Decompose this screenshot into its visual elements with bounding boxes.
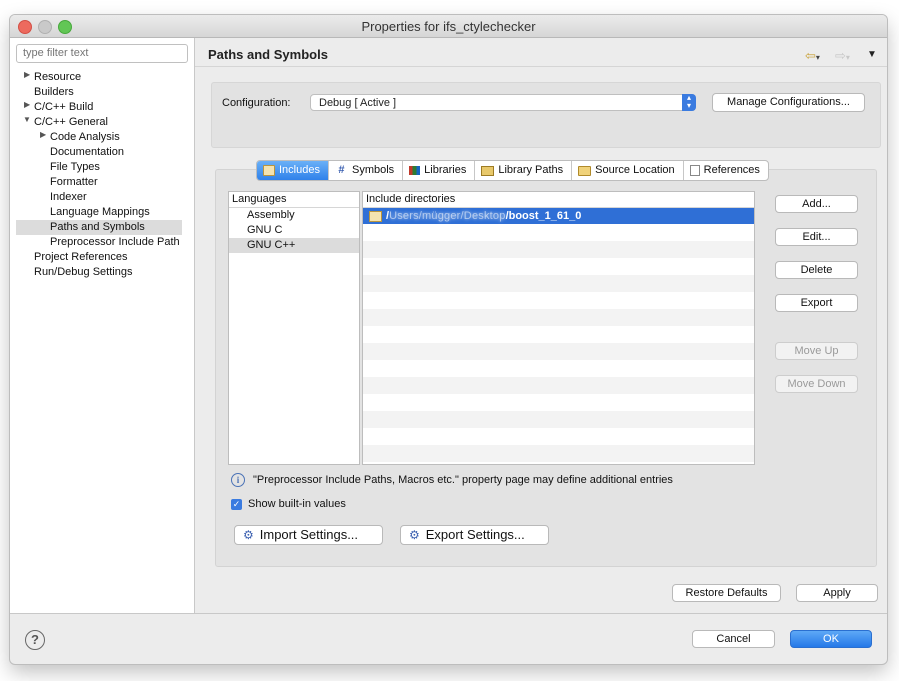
configuration-label: Configuration: — [222, 97, 291, 109]
tab-symbols[interactable]: # Symbols — [329, 161, 404, 180]
list-item[interactable]: GNU C — [229, 223, 359, 238]
help-icon[interactable]: ? — [25, 630, 45, 650]
sidebar-item-indexer[interactable]: Indexer — [50, 190, 87, 205]
ok-button[interactable]: OK — [790, 630, 872, 648]
info-text: "Preprocessor Include Paths, Macros etc.… — [253, 474, 673, 486]
sidebar: ▶ Resource Builders ▶ C/C++ Build ▼ C/C+… — [10, 38, 195, 614]
sidebar-item-builders[interactable]: Builders — [34, 85, 74, 100]
header-divider — [195, 66, 887, 67]
export-button[interactable]: Export — [775, 294, 858, 312]
tab-bar: Includes # Symbols Libraries Library Pat… — [256, 160, 769, 181]
collapse-arrow-icon[interactable]: ▼ — [23, 115, 31, 124]
sidebar-item-documentation[interactable]: Documentation — [50, 145, 124, 160]
expand-arrow-icon[interactable]: ▶ — [24, 100, 30, 109]
export-settings-label: Export Settings... — [425, 527, 525, 542]
title-bar: Properties for ifs_ctylechecker — [10, 15, 887, 38]
sidebar-item-run-debug-settings[interactable]: Run/Debug Settings — [34, 265, 132, 280]
includes-icon — [263, 165, 275, 176]
tab-library-paths[interactable]: Library Paths — [475, 161, 573, 180]
tab-label: Library Paths — [498, 164, 564, 176]
view-menu-icon[interactable]: ▼ — [867, 49, 877, 60]
dir-path-suffix: /boost_1_61_0 — [505, 210, 582, 222]
sidebar-item-code-analysis[interactable]: Code Analysis — [50, 130, 120, 145]
hash-icon: # — [338, 164, 345, 176]
tab-libraries[interactable]: Libraries — [403, 161, 476, 180]
forward-arrow-icon[interactable]: ⇨▾ — [835, 48, 850, 64]
delete-button[interactable]: Delete — [775, 261, 858, 279]
sidebar-item-cpp-build[interactable]: C/C++ Build — [34, 100, 93, 115]
import-icon: ⚙ — [243, 528, 254, 542]
folder-icon — [578, 165, 592, 176]
page-title: Paths and Symbols — [208, 47, 328, 62]
sidebar-item-cpp-general[interactable]: C/C++ General — [34, 115, 108, 130]
references-icon — [689, 165, 700, 176]
restore-defaults-button[interactable]: Restore Defaults — [672, 584, 781, 602]
list-item[interactable]: Assembly — [229, 208, 359, 223]
tab-label: Libraries — [424, 164, 467, 176]
import-settings-label: Import Settings... — [259, 527, 359, 542]
sidebar-item-formatter[interactable]: Formatter — [50, 175, 98, 190]
tab-label: References — [703, 164, 760, 176]
apply-button[interactable]: Apply — [796, 584, 878, 602]
move-up-button[interactable]: Move Up — [775, 342, 858, 360]
tab-label: Includes — [279, 164, 320, 176]
include-directories-list[interactable]: Include directories / Users/mügger/Deskto… — [362, 191, 755, 465]
sidebar-item-language-mappings[interactable]: Language Mappings — [50, 205, 150, 220]
table-row[interactable]: / Users/mügger/Desktop/boost_1_61_0 — [363, 208, 754, 224]
export-icon: ⚙ — [409, 528, 420, 542]
include-folder-icon — [369, 210, 382, 222]
info-message: i "Preprocessor Include Paths, Macros et… — [231, 473, 673, 487]
properties-window: Properties for ifs_ctylechecker ▶ Resour… — [10, 15, 887, 664]
tab-label: Source Location — [595, 164, 675, 176]
expand-arrow-icon[interactable]: ▶ — [40, 130, 46, 139]
show-builtin-checkbox[interactable]: ✓ — [231, 499, 242, 510]
show-builtin-label: Show built-in values — [248, 498, 346, 510]
back-arrow-icon[interactable]: ⇦▾ — [805, 48, 820, 64]
filter-input[interactable] — [16, 44, 188, 63]
expand-arrow-icon[interactable]: ▶ — [24, 70, 30, 79]
tab-includes[interactable]: Includes — [257, 161, 329, 180]
move-down-button[interactable]: Move Down — [775, 375, 858, 393]
include-directories-header: Include directories — [363, 192, 754, 208]
add-button[interactable]: Add... — [775, 195, 858, 213]
dir-path-blurred: Users/mügger/Desktop — [389, 210, 506, 222]
sidebar-item-paths-and-symbols[interactable]: Paths and Symbols — [16, 220, 182, 235]
import-settings-button[interactable]: ⚙ Import Settings... — [234, 525, 383, 545]
sidebar-item-resource[interactable]: Resource — [34, 70, 81, 85]
tab-label: Symbols — [351, 164, 395, 176]
configuration-value: Debug [ Active ] — [319, 97, 397, 109]
languages-header: Languages — [229, 192, 359, 208]
sidebar-item-file-types[interactable]: File Types — [50, 160, 100, 175]
tab-references[interactable]: References — [684, 161, 768, 180]
edit-button[interactable]: Edit... — [775, 228, 858, 246]
cancel-button[interactable]: Cancel — [692, 630, 775, 648]
sidebar-item-preprocessor-include-paths[interactable]: Preprocessor Include Path — [50, 235, 182, 250]
info-icon: i — [231, 473, 245, 487]
manage-configurations-button[interactable]: Manage Configurations... — [712, 93, 865, 112]
sidebar-item-project-references[interactable]: Project References — [34, 250, 128, 265]
configuration-select[interactable]: Debug [ Active ] ▴ ▾ — [310, 94, 696, 111]
list-item[interactable]: GNU C++ — [229, 238, 359, 253]
libraries-icon — [409, 166, 421, 175]
updown-chevron-icon[interactable]: ▴ ▾ — [682, 94, 696, 111]
languages-list[interactable]: Languages Assembly GNU C GNU C++ — [228, 191, 360, 465]
window-title: Properties for ifs_ctylechecker — [361, 19, 536, 34]
configuration-group — [211, 82, 881, 148]
empty-rows — [363, 224, 754, 462]
library-paths-icon — [481, 165, 495, 176]
footer-divider — [10, 613, 887, 614]
tab-source-location[interactable]: Source Location — [572, 161, 684, 180]
export-settings-button[interactable]: ⚙ Export Settings... — [400, 525, 549, 545]
